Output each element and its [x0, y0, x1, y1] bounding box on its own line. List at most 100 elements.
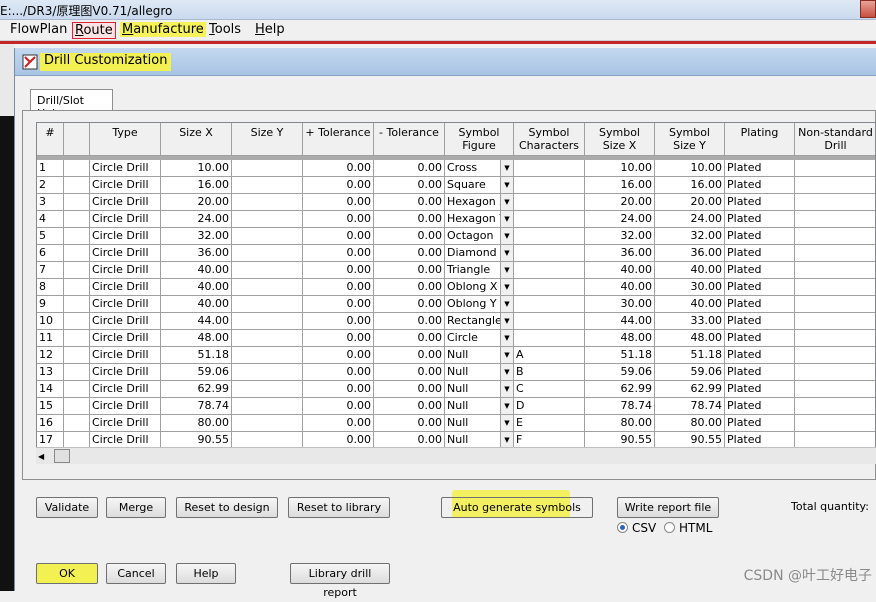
cell-plus-tolerance[interactable]: 0.00: [303, 398, 374, 415]
cell-size-y[interactable]: [232, 364, 303, 381]
validate-button[interactable]: Validate: [36, 497, 98, 518]
cell-plus-tolerance[interactable]: 0.00: [303, 415, 374, 432]
cell-non-standard-drill[interactable]: [795, 347, 875, 364]
cell-symbol-characters[interactable]: [514, 262, 585, 279]
cell-non-standard-drill[interactable]: [795, 160, 875, 177]
column-header-plating[interactable]: Plating: [725, 123, 795, 156]
cell-size-y[interactable]: [232, 313, 303, 330]
cell-symbol-size-x[interactable]: 10.00: [585, 160, 655, 177]
cell-symbol-figure[interactable]: Oblong X ▼: [445, 279, 514, 296]
cell-type[interactable]: Circle Drill: [90, 228, 161, 245]
cell-symbol-size-y[interactable]: 48.00: [655, 330, 725, 347]
cell-symbol-characters[interactable]: [514, 330, 585, 347]
cell-minus-tolerance[interactable]: 0.00: [374, 245, 445, 262]
cell-non-standard-drill[interactable]: [795, 228, 875, 245]
library-drill-report-button[interactable]: Library drill report: [290, 563, 390, 599]
cell-symbol-characters[interactable]: B: [514, 364, 585, 381]
cell-minus-tolerance[interactable]: 0.00: [374, 160, 445, 177]
cell-symbol-characters[interactable]: E: [514, 415, 585, 432]
cell-non-standard-drill[interactable]: [795, 262, 875, 279]
cell-size-x[interactable]: 40.00: [161, 296, 232, 313]
cell-symbol-figure[interactable]: Triangle ▼: [445, 262, 514, 279]
cell-symbol-characters[interactable]: A: [514, 347, 585, 364]
cell-minus-tolerance[interactable]: 0.00: [374, 279, 445, 296]
write-report-file-button[interactable]: Write report file: [617, 497, 719, 518]
cell-minus-tolerance[interactable]: 0.00: [374, 313, 445, 330]
dropdown-arrow-icon[interactable]: ▼: [500, 211, 513, 227]
column-header-symbol-characters[interactable]: Symbol Characters: [514, 123, 585, 156]
cell-symbol-size-y[interactable]: 40.00: [655, 262, 725, 279]
cell-type[interactable]: Circle Drill: [90, 330, 161, 347]
cell-plating[interactable]: Plated: [725, 330, 795, 347]
cell-non-standard-drill[interactable]: [795, 415, 875, 432]
tab-drill-slot-holes[interactable]: Drill/Slot Holes: [30, 89, 113, 120]
cell-symbol-figure[interactable]: Null ▼: [445, 415, 514, 432]
cell-symbol-characters[interactable]: [514, 228, 585, 245]
cell-plus-tolerance[interactable]: 0.00: [303, 160, 374, 177]
cell-size-y[interactable]: [232, 211, 303, 228]
cell-symbol-characters[interactable]: [514, 296, 585, 313]
cell-symbol-size-x[interactable]: 80.00: [585, 415, 655, 432]
column-header-non-standard-drill[interactable]: Non-standard Drill: [795, 123, 875, 156]
column-header-symbol-figure[interactable]: Symbol Figure: [445, 123, 514, 156]
cell-non-standard-drill[interactable]: [795, 245, 875, 262]
dropdown-arrow-icon[interactable]: ▼: [500, 330, 513, 346]
cell-plating[interactable]: Plated: [725, 279, 795, 296]
cell-non-standard-drill[interactable]: [795, 364, 875, 381]
cell-symbol-figure[interactable]: Circle ▼: [445, 330, 514, 347]
cell-plus-tolerance[interactable]: 0.00: [303, 330, 374, 347]
cell-plating[interactable]: Plated: [725, 398, 795, 415]
dropdown-arrow-icon[interactable]: ▼: [500, 160, 513, 176]
cell-symbol-size-y[interactable]: 62.99: [655, 381, 725, 398]
cell-plus-tolerance[interactable]: 0.00: [303, 177, 374, 194]
cell-plus-tolerance[interactable]: 0.00: [303, 245, 374, 262]
cell-size-x[interactable]: 40.00: [161, 279, 232, 296]
cell-plating[interactable]: Plated: [725, 228, 795, 245]
cell-minus-tolerance[interactable]: 0.00: [374, 398, 445, 415]
cell-type[interactable]: Circle Drill: [90, 398, 161, 415]
cell-plating[interactable]: Plated: [725, 313, 795, 330]
cell-size-x[interactable]: 20.00: [161, 194, 232, 211]
cell-plus-tolerance[interactable]: 0.00: [303, 364, 374, 381]
cell-type[interactable]: Circle Drill: [90, 279, 161, 296]
cell-symbol-size-x[interactable]: 36.00: [585, 245, 655, 262]
column-header-size-y[interactable]: Size Y: [232, 123, 303, 156]
cell-symbol-size-x[interactable]: 78.74: [585, 398, 655, 415]
cell-symbol-size-x[interactable]: 40.00: [585, 279, 655, 296]
cell-type[interactable]: Circle Drill: [90, 415, 161, 432]
cell-symbol-characters[interactable]: [514, 313, 585, 330]
cell-symbol-size-x[interactable]: 30.00: [585, 296, 655, 313]
cell-symbol-figure[interactable]: Cross ▼: [445, 160, 514, 177]
reset-to-design-button[interactable]: Reset to design: [176, 497, 278, 518]
dropdown-arrow-icon[interactable]: ▼: [500, 364, 513, 380]
cell-symbol-size-y[interactable]: 80.00: [655, 415, 725, 432]
dropdown-arrow-icon[interactable]: ▼: [500, 177, 513, 193]
cell-symbol-size-y[interactable]: 51.18: [655, 347, 725, 364]
cell-size-y[interactable]: [232, 347, 303, 364]
scroll-thumb[interactable]: [54, 449, 70, 463]
cell-type[interactable]: Circle Drill: [90, 313, 161, 330]
dropdown-arrow-icon[interactable]: ▼: [500, 296, 513, 312]
column-header-symbol-size-x[interactable]: Symbol Size X: [585, 123, 655, 156]
cell-minus-tolerance[interactable]: 0.00: [374, 262, 445, 279]
cell-size-x[interactable]: 80.00: [161, 415, 232, 432]
cell-non-standard-drill[interactable]: [795, 330, 875, 347]
cell-minus-tolerance[interactable]: 0.00: [374, 330, 445, 347]
cell-type[interactable]: Circle Drill: [90, 194, 161, 211]
cell-plus-tolerance[interactable]: 0.00: [303, 211, 374, 228]
cell-type[interactable]: Circle Drill: [90, 381, 161, 398]
cell-type[interactable]: Circle Drill: [90, 364, 161, 381]
menu-flowplan[interactable]: FlowPlan: [8, 22, 69, 37]
cell-symbol-size-y[interactable]: 78.74: [655, 398, 725, 415]
cell-plating[interactable]: Plated: [725, 211, 795, 228]
cell-non-standard-drill[interactable]: [795, 279, 875, 296]
cell-non-standard-drill[interactable]: [795, 381, 875, 398]
cell-plating[interactable]: Plated: [725, 415, 795, 432]
html-radio[interactable]: HTML: [664, 521, 712, 535]
cell-size-x[interactable]: 36.00: [161, 245, 232, 262]
cell-symbol-size-x[interactable]: 51.18: [585, 347, 655, 364]
cell-symbol-characters[interactable]: C: [514, 381, 585, 398]
help-button[interactable]: Help: [176, 563, 236, 584]
close-window-button[interactable]: [860, 0, 876, 18]
cell-symbol-size-x[interactable]: 24.00: [585, 211, 655, 228]
